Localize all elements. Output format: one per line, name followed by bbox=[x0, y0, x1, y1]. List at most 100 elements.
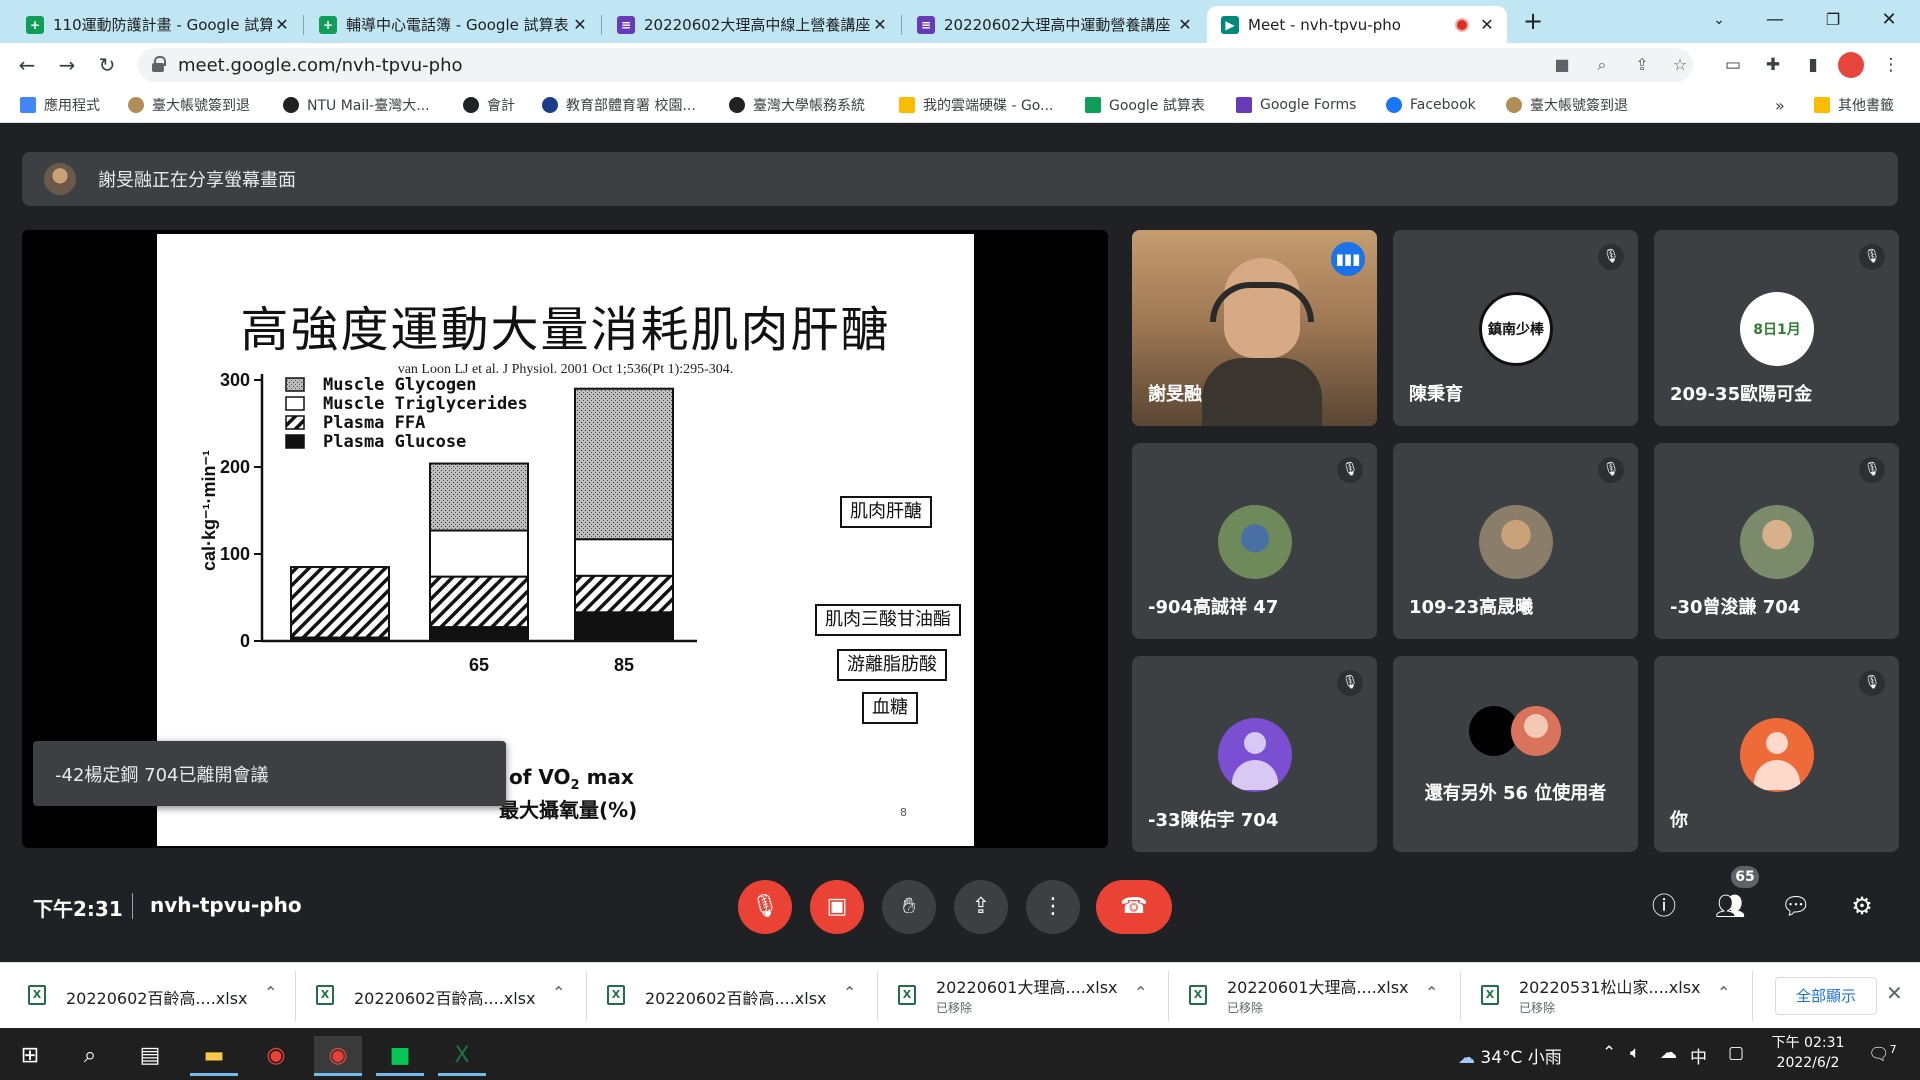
task-view-icon[interactable]: ▤ bbox=[126, 1036, 174, 1076]
minimize-button[interactable]: — bbox=[1752, 0, 1798, 43]
participant-tile[interactable]: 🎙︎ -33陳佑宇 704 bbox=[1132, 656, 1377, 852]
people-icon[interactable]: 👥︎ bbox=[1712, 888, 1748, 924]
download-item[interactable]: X 20220602百齡高....xlsx ⌃ bbox=[28, 971, 288, 1021]
cloud-rain-icon: ☁ bbox=[1458, 1048, 1481, 1068]
tab-forms-1[interactable]: ≡ 20220602大理高中線上營養講座 ✕ bbox=[603, 6, 900, 43]
participant-tile[interactable]: 🎙︎ -904高誠祥 47 bbox=[1132, 443, 1377, 639]
back-icon[interactable]: ← bbox=[12, 50, 42, 80]
download-item[interactable]: X 20220602百齡高....xlsx ⌃ bbox=[316, 971, 576, 1021]
tab-meet[interactable]: ▶ Meet - nvh-tpvu-pho ✕ bbox=[1207, 6, 1507, 43]
chevron-up-icon[interactable]: ⌃ bbox=[264, 983, 277, 1002]
more-participants-tile[interactable]: 還有另外 56 位使用者 bbox=[1393, 656, 1638, 852]
file-explorer-icon[interactable]: ▬ bbox=[190, 1036, 238, 1076]
y-tick-label: 200 bbox=[220, 457, 250, 477]
bookmark-forms[interactable]: Google Forms bbox=[1236, 95, 1356, 115]
tab-search-icon[interactable]: ⌄ bbox=[1696, 0, 1742, 43]
extensions-icon[interactable]: ✚ bbox=[1760, 52, 1786, 78]
cast-icon[interactable]: ▭ bbox=[1720, 52, 1746, 78]
participant-tile[interactable]: 🎙︎ 鎮南少棒 陳秉育 bbox=[1393, 230, 1638, 426]
chevron-up-icon[interactable]: ⌃ bbox=[552, 983, 565, 1002]
participant-tile-self[interactable]: 🎙︎ 你 bbox=[1654, 656, 1899, 852]
present-now-button[interactable]: ⇪ bbox=[954, 880, 1008, 934]
close-downloads-icon[interactable]: ✕ bbox=[1886, 981, 1903, 1005]
activities-icon[interactable]: ⚙︎ bbox=[1844, 888, 1880, 924]
reload-icon[interactable]: ↻ bbox=[92, 50, 122, 80]
lock-icon[interactable] bbox=[152, 56, 166, 72]
download-item-removed[interactable]: X 20220531松山家....xlsx 已移除 ⌃ bbox=[1481, 971, 1741, 1021]
download-item-removed[interactable]: X 20220601大理高....xlsx 已移除 ⌃ bbox=[898, 971, 1158, 1021]
restore-button[interactable]: ❐ bbox=[1810, 0, 1856, 43]
windows-start-icon[interactable]: ⊞ bbox=[6, 1036, 54, 1076]
share-icon[interactable]: ⇪ bbox=[1630, 53, 1654, 77]
side-panel-icon[interactable]: ▮ bbox=[1800, 52, 1826, 78]
tab-forms-2[interactable]: ≡ 20220602大理高中運動營養講座 ✕ bbox=[903, 6, 1205, 43]
address-bar[interactable]: meet.google.com/nvh-tpvu-pho ■ ⌕ ⇪ ☆ bbox=[138, 48, 1693, 82]
ime-mode-icon[interactable]: ▢ bbox=[1728, 1043, 1744, 1063]
zoom-icon[interactable]: ⌕ bbox=[1590, 53, 1614, 77]
bookmark-facebook[interactable]: Facebook bbox=[1386, 95, 1476, 115]
download-status: 已移除 bbox=[936, 1001, 973, 1015]
more-options-button[interactable]: ⋮ bbox=[1026, 880, 1080, 934]
notifications-icon[interactable]: 🗨︎7 bbox=[1868, 1043, 1897, 1065]
volume-icon[interactable]: 🔈︎ bbox=[1630, 1043, 1640, 1063]
participant-tile[interactable]: 🎙︎ -30曾浚謙 704 bbox=[1654, 443, 1899, 639]
close-icon[interactable]: ✕ bbox=[1477, 15, 1497, 34]
chrome-icon[interactable]: ◉ bbox=[252, 1036, 300, 1076]
ime-indicator[interactable]: 中 bbox=[1690, 1043, 1707, 1068]
chevron-up-icon[interactable]: ⌃ bbox=[843, 983, 856, 1002]
bookmark-accounting[interactable]: 會計 bbox=[463, 95, 515, 115]
other-bookmarks[interactable]: 其他書籤 bbox=[1814, 95, 1894, 115]
bookmark-ntu-finance[interactable]: 臺灣大學帳務系統 bbox=[729, 95, 865, 115]
raise-hand-button[interactable]: ✋︎ bbox=[882, 880, 936, 934]
show-all-downloads-button[interactable]: 全部顯示 bbox=[1775, 977, 1877, 1015]
search-icon[interactable]: ⌕ bbox=[66, 1036, 114, 1076]
close-window-button[interactable]: ✕ bbox=[1866, 0, 1912, 43]
participant-tile[interactable]: 🎙︎ 109-23高晟曦 bbox=[1393, 443, 1638, 639]
bookmarks-overflow-button[interactable]: » bbox=[1775, 95, 1785, 115]
participant-tile-presenter[interactable]: ▮▮▮ 謝旻融 bbox=[1132, 230, 1377, 426]
chat-icon[interactable]: 💬︎ bbox=[1778, 888, 1814, 924]
close-icon[interactable]: ✕ bbox=[570, 15, 590, 34]
tray-overflow-icon[interactable]: ⌃ bbox=[1602, 1043, 1616, 1063]
bookmark-moe-sports[interactable]: 教育部體育署 校園... bbox=[542, 95, 696, 115]
close-icon[interactable]: ✕ bbox=[1175, 15, 1195, 34]
participant-tile[interactable]: 🎙︎ 8日1月 209-35歐陽可金 bbox=[1654, 230, 1899, 426]
meeting-details-icon[interactable]: ⓘ bbox=[1646, 888, 1682, 924]
chevron-up-icon[interactable]: ⌃ bbox=[1425, 983, 1438, 1002]
bookmark-ntu-signin[interactable]: 臺大帳號簽到退 bbox=[128, 95, 250, 115]
close-icon[interactable]: ✕ bbox=[870, 15, 890, 34]
bookmark-sheets[interactable]: Google 試算表 bbox=[1085, 95, 1205, 115]
leave-call-button[interactable]: ☎︎ bbox=[1096, 880, 1172, 934]
weather-widget[interactable]: ☁ 34°C 小雨 bbox=[1458, 1043, 1562, 1068]
tab-sheets-1[interactable]: + 110運動防護計畫 - Google 試算表 ✕ bbox=[12, 6, 302, 43]
excel-file-icon: X bbox=[1481, 985, 1499, 1005]
new-tab-button[interactable]: + bbox=[1518, 6, 1548, 36]
profile-avatar[interactable] bbox=[1838, 52, 1864, 78]
tab-sheets-2[interactable]: + 輔導中心電話簿 - Google 試算表 ✕ bbox=[305, 6, 600, 43]
camera-off-button[interactable]: ▣ bbox=[810, 880, 864, 934]
excel-app-icon[interactable]: X bbox=[438, 1036, 486, 1076]
url-text[interactable]: meet.google.com/nvh-tpvu-pho bbox=[178, 55, 463, 76]
camera-icon[interactable]: ■ bbox=[1550, 53, 1574, 77]
download-item[interactable]: X 20220602百齡高....xlsx ⌃ bbox=[607, 971, 867, 1021]
menu-kebab-icon[interactable]: ⋮ bbox=[1878, 52, 1904, 78]
mic-off-icon: 🎙︎ bbox=[1337, 457, 1363, 483]
default-avatar-icon bbox=[1740, 718, 1814, 792]
onedrive-icon[interactable]: ☁ bbox=[1660, 1043, 1677, 1063]
bookmark-ntu-mail[interactable]: NTU Mail-臺灣大... bbox=[283, 95, 430, 115]
bookmark-apps[interactable]: 應用程式 bbox=[20, 95, 100, 115]
chevron-up-icon[interactable]: ⌃ bbox=[1717, 983, 1730, 1002]
legend-label-muscle-glycogen: Muscle Glycogen bbox=[323, 375, 477, 395]
close-icon[interactable]: ✕ bbox=[272, 15, 292, 34]
download-item-removed[interactable]: X 20220601大理高....xlsx 已移除 ⌃ bbox=[1189, 971, 1449, 1021]
mic-off-button[interactable]: 🎙︎ bbox=[738, 880, 792, 934]
download-filename: 20220602百齡高....xlsx bbox=[66, 989, 248, 1008]
bookmark-drive[interactable]: 我的雲端硬碟 - Go... bbox=[899, 95, 1053, 115]
bookmark-star-icon[interactable]: ☆ bbox=[1668, 53, 1692, 77]
forward-icon[interactable]: → bbox=[52, 50, 82, 80]
chrome-active-icon[interactable]: ◉ bbox=[314, 1036, 362, 1076]
line-app-icon[interactable]: ■ bbox=[376, 1036, 424, 1076]
chevron-up-icon[interactable]: ⌃ bbox=[1134, 983, 1147, 1002]
system-clock[interactable]: 下午 02:31 2022/6/2 bbox=[1768, 1033, 1848, 1073]
bookmark-ntu-signin-2[interactable]: 臺大帳號簽到退 bbox=[1506, 95, 1628, 115]
